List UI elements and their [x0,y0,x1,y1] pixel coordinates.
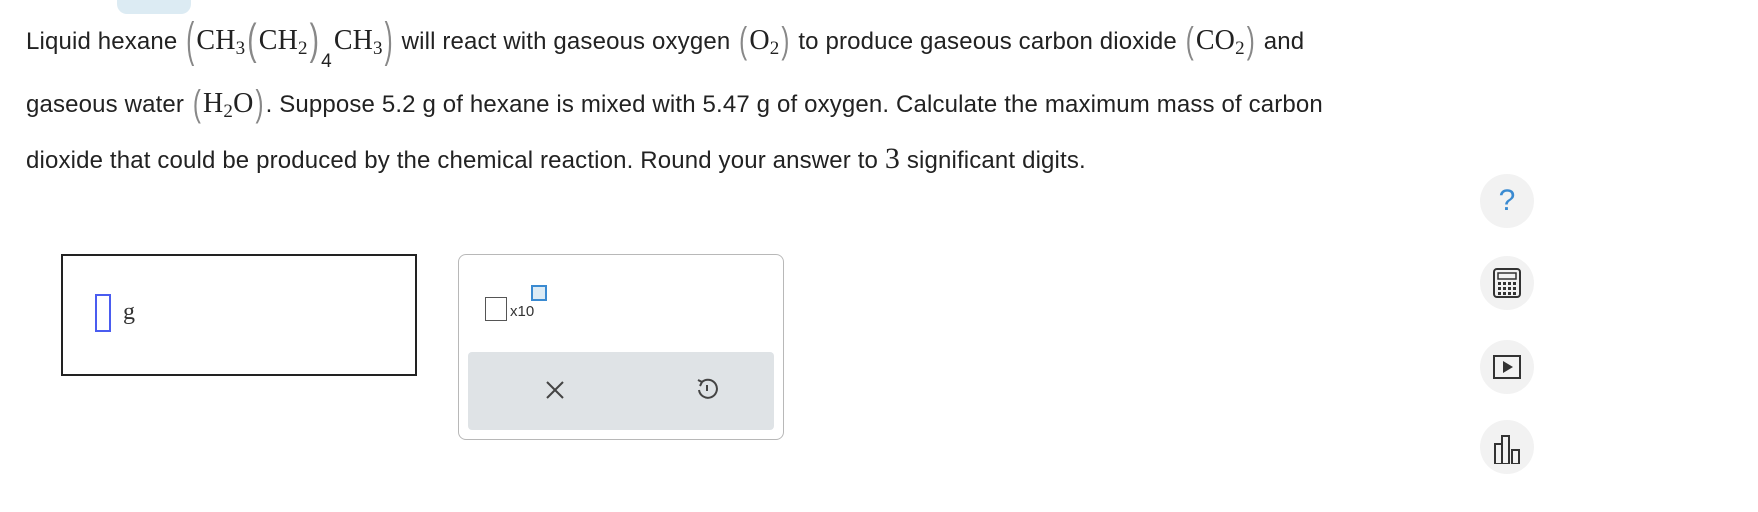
unit-label: g [123,299,135,325]
keypad-action-bar [468,352,774,430]
help-icon: ? [1498,184,1516,217]
question-text-segment: significant digits. [906,147,1086,174]
close-paren: ) [255,83,264,126]
oxygen-formula: O2 [749,25,780,59]
video-icon [1493,355,1521,379]
calculator-button[interactable] [1480,256,1534,310]
close-paren: ) [384,14,393,68]
open-paren: ( [1185,20,1194,63]
hexane-formula: CH3(CH2) 4CH3 [196,15,383,72]
significant-digits-value: 3 [884,142,901,175]
periodic-table-icon [1494,435,1520,464]
question-text-segment: dioxide that could be produced by the ch… [26,147,879,174]
scientific-notation-button[interactable]: x10 [485,283,555,323]
question-text-segment: gaseous water [26,91,185,118]
question-text-segment: and [1263,28,1305,55]
top-tab[interactable] [117,0,191,14]
exponent-placeholder-icon [531,285,547,301]
question-text-segment: Liquid hexane [26,28,178,55]
math-keypad: x10 [458,254,784,440]
help-button[interactable]: ? [1480,174,1534,228]
sci-notation-label: x10 [510,303,535,320]
clear-button[interactable] [535,370,575,410]
open-paren: ( [186,14,195,68]
open-paren: ( [192,83,202,126]
clear-icon [546,381,564,399]
question-line-3: dioxide that could be produced by the ch… [26,142,1086,176]
mantissa-placeholder-icon [485,297,507,321]
question-line-2: gaseous water (H2O). Suppose 5.2 g of he… [26,83,1323,125]
water-formula: H2O [203,88,254,122]
question-line-1: Liquid hexane (CH3(CH2) 4CH3) will react … [26,14,1305,72]
open-paren: ( [739,20,748,63]
periodic-table-button[interactable] [1480,420,1534,474]
undo-icon [697,378,718,399]
answer-field[interactable]: g [61,254,417,376]
inner-close-paren: ) [309,15,320,64]
question-text-segment: will react with gaseous oxygen [401,28,731,55]
inner-open-paren: ( [247,15,257,64]
close-paren: ) [1246,20,1255,63]
calculator-icon [1493,268,1521,298]
video-button[interactable] [1480,340,1534,394]
question-text-segment: to produce gaseous carbon dioxide [798,28,1177,55]
answer-input-cursor[interactable] [95,294,111,332]
question-text-segment: . Suppose 5.2 g of hexane is mixed with … [265,91,1323,118]
co2-formula: CO2 [1195,25,1245,59]
undo-button[interactable] [687,370,727,410]
close-paren: ) [781,20,790,63]
